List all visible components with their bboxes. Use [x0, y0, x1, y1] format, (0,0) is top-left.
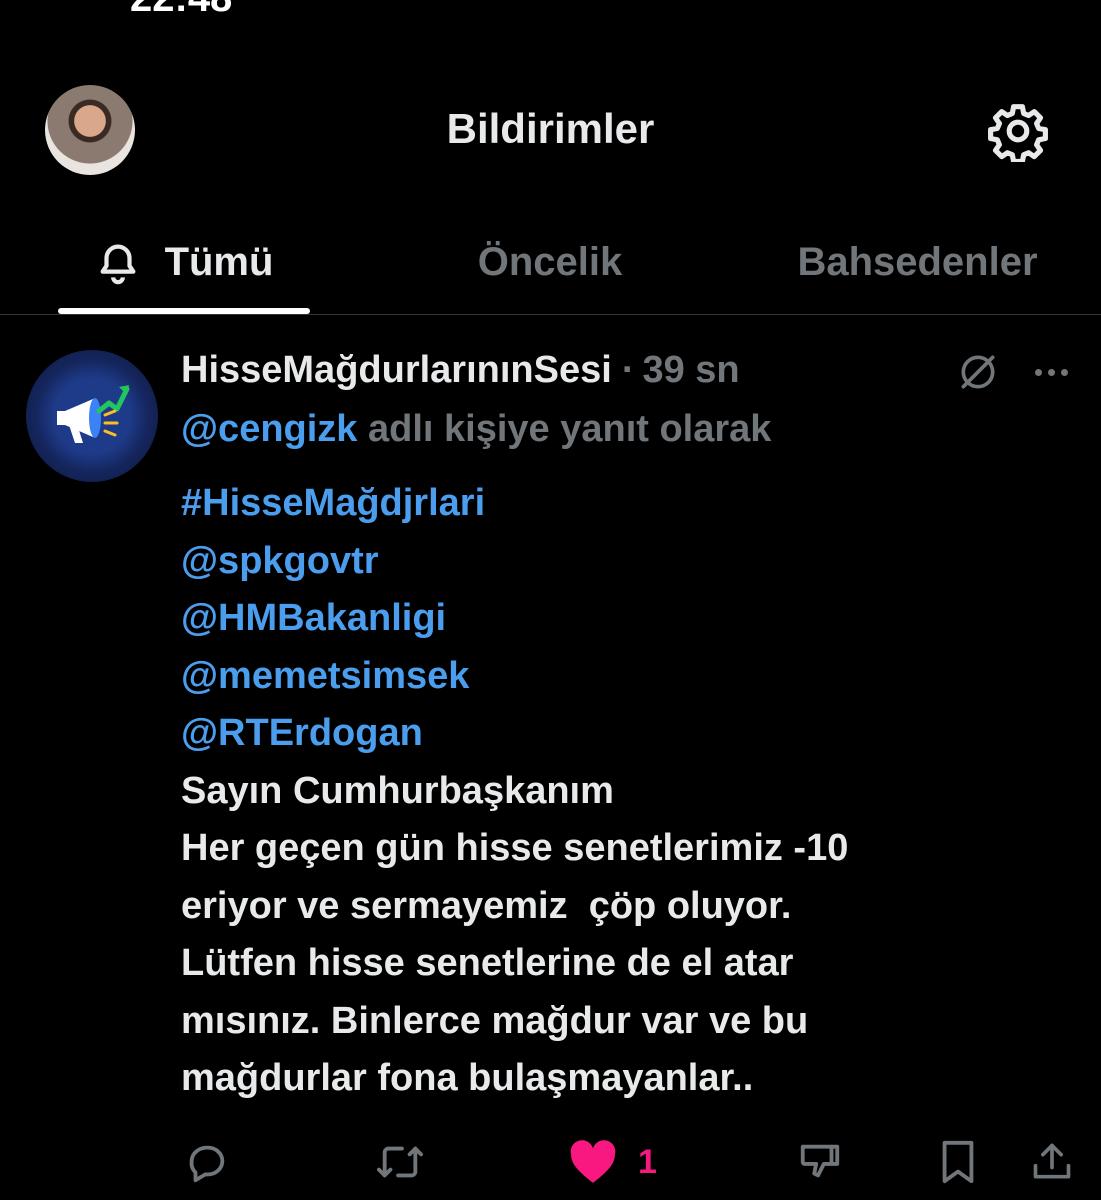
retweet-icon: [376, 1146, 423, 1178]
like-button[interactable]: 1: [568, 1137, 657, 1187]
author-name[interactable]: HisseMağdurlarınınSesi: [181, 349, 612, 392]
tab-all-label: Tümü: [164, 239, 274, 284]
tab-mentions[interactable]: Bahsedenler: [765, 210, 1070, 314]
hashtag-link[interactable]: #HisseMağdjrlari: [181, 475, 1061, 533]
grok-button[interactable]: [953, 349, 1003, 395]
settings-button[interactable]: [985, 98, 1051, 164]
mention-link[interactable]: @HMBakanligi: [181, 590, 1061, 648]
mention-link[interactable]: @spkgovtr: [181, 533, 1061, 591]
dislike-button[interactable]: [797, 1137, 843, 1187]
bookmark-button[interactable]: [937, 1137, 979, 1187]
tweet-avatar[interactable]: [26, 350, 158, 482]
more-button[interactable]: [1025, 349, 1077, 395]
tweet-actions: 1: [0, 1137, 1101, 1187]
tweet-text-line: eriyor ve sermayemiz çöp oluyor.: [181, 884, 792, 927]
header: Bildirimler: [0, 60, 1101, 200]
tab-priority-label: Öncelik: [477, 239, 623, 284]
page-title: Bildirimler: [446, 105, 655, 152]
tab-priority[interactable]: Öncelik: [440, 210, 660, 314]
tweet-text-line: Lütfen hisse senetlerine de el atar: [181, 942, 794, 984]
heart-icon: [570, 1140, 616, 1183]
tab-all[interactable]: Tümü: [58, 210, 310, 314]
notification-tabs: Tümü Öncelik Bahsedenler: [0, 210, 1101, 315]
reply-button[interactable]: [184, 1137, 230, 1187]
reply-suffix: adlı kişiye yanıt olarak: [357, 408, 772, 450]
tweet-body: #HisseMağdjrlari @spkgovtr @HMBakanligi …: [181, 475, 1061, 1108]
tweet-text-line: mağdurlar fona bulaşmayanlar..: [181, 1057, 754, 1099]
status-time: 22:48: [130, 0, 232, 21]
share-button[interactable]: [1030, 1137, 1074, 1187]
active-tab-indicator: [58, 308, 310, 314]
reply-context: @cengizk adlı kişiye yanıt olarak: [181, 408, 771, 451]
mention-link[interactable]: @RTErdogan: [181, 705, 1061, 763]
mention-link[interactable]: @memetsimsek: [181, 648, 1061, 706]
status-bar: 22:48: [0, 0, 1101, 20]
tweet-header: HisseMağdurlarınınSesi · 39 sn: [181, 345, 740, 395]
tab-mentions-label: Bahsedenler: [797, 239, 1038, 284]
tweet-text-line: mısınız. Binlerce mağdur var ve bu: [181, 999, 809, 1042]
gear-icon: [988, 104, 1048, 162]
more-icon-dot: [1060, 368, 1068, 376]
bell-icon: [95, 239, 141, 285]
tweet[interactable]: HisseMağdurlarınınSesi · 39 sn @cengizk …: [0, 315, 1101, 1200]
grok-icon: [961, 355, 995, 389]
dot-separator: ·: [621, 348, 635, 391]
reply-mention[interactable]: @cengizk: [181, 408, 357, 450]
tweet-text-line: Sayın Cumhurbaşkanım: [181, 769, 614, 812]
retweet-button[interactable]: [374, 1137, 426, 1187]
like-count: 1: [638, 1142, 657, 1181]
timestamp[interactable]: 39 sn: [642, 349, 739, 392]
more-icon-dot: [1047, 368, 1055, 376]
share-icon: [1033, 1143, 1071, 1179]
megaphone-icon: [57, 385, 130, 443]
tweet-text-line: Her geçen gün hisse senetlerimiz -10: [181, 827, 849, 869]
bookmark-icon: [942, 1140, 974, 1184]
status-icons: [786, 0, 1006, 2]
dislike-icon: [800, 1144, 840, 1178]
reply-icon: [189, 1145, 225, 1183]
more-icon-dot: [1034, 368, 1042, 376]
